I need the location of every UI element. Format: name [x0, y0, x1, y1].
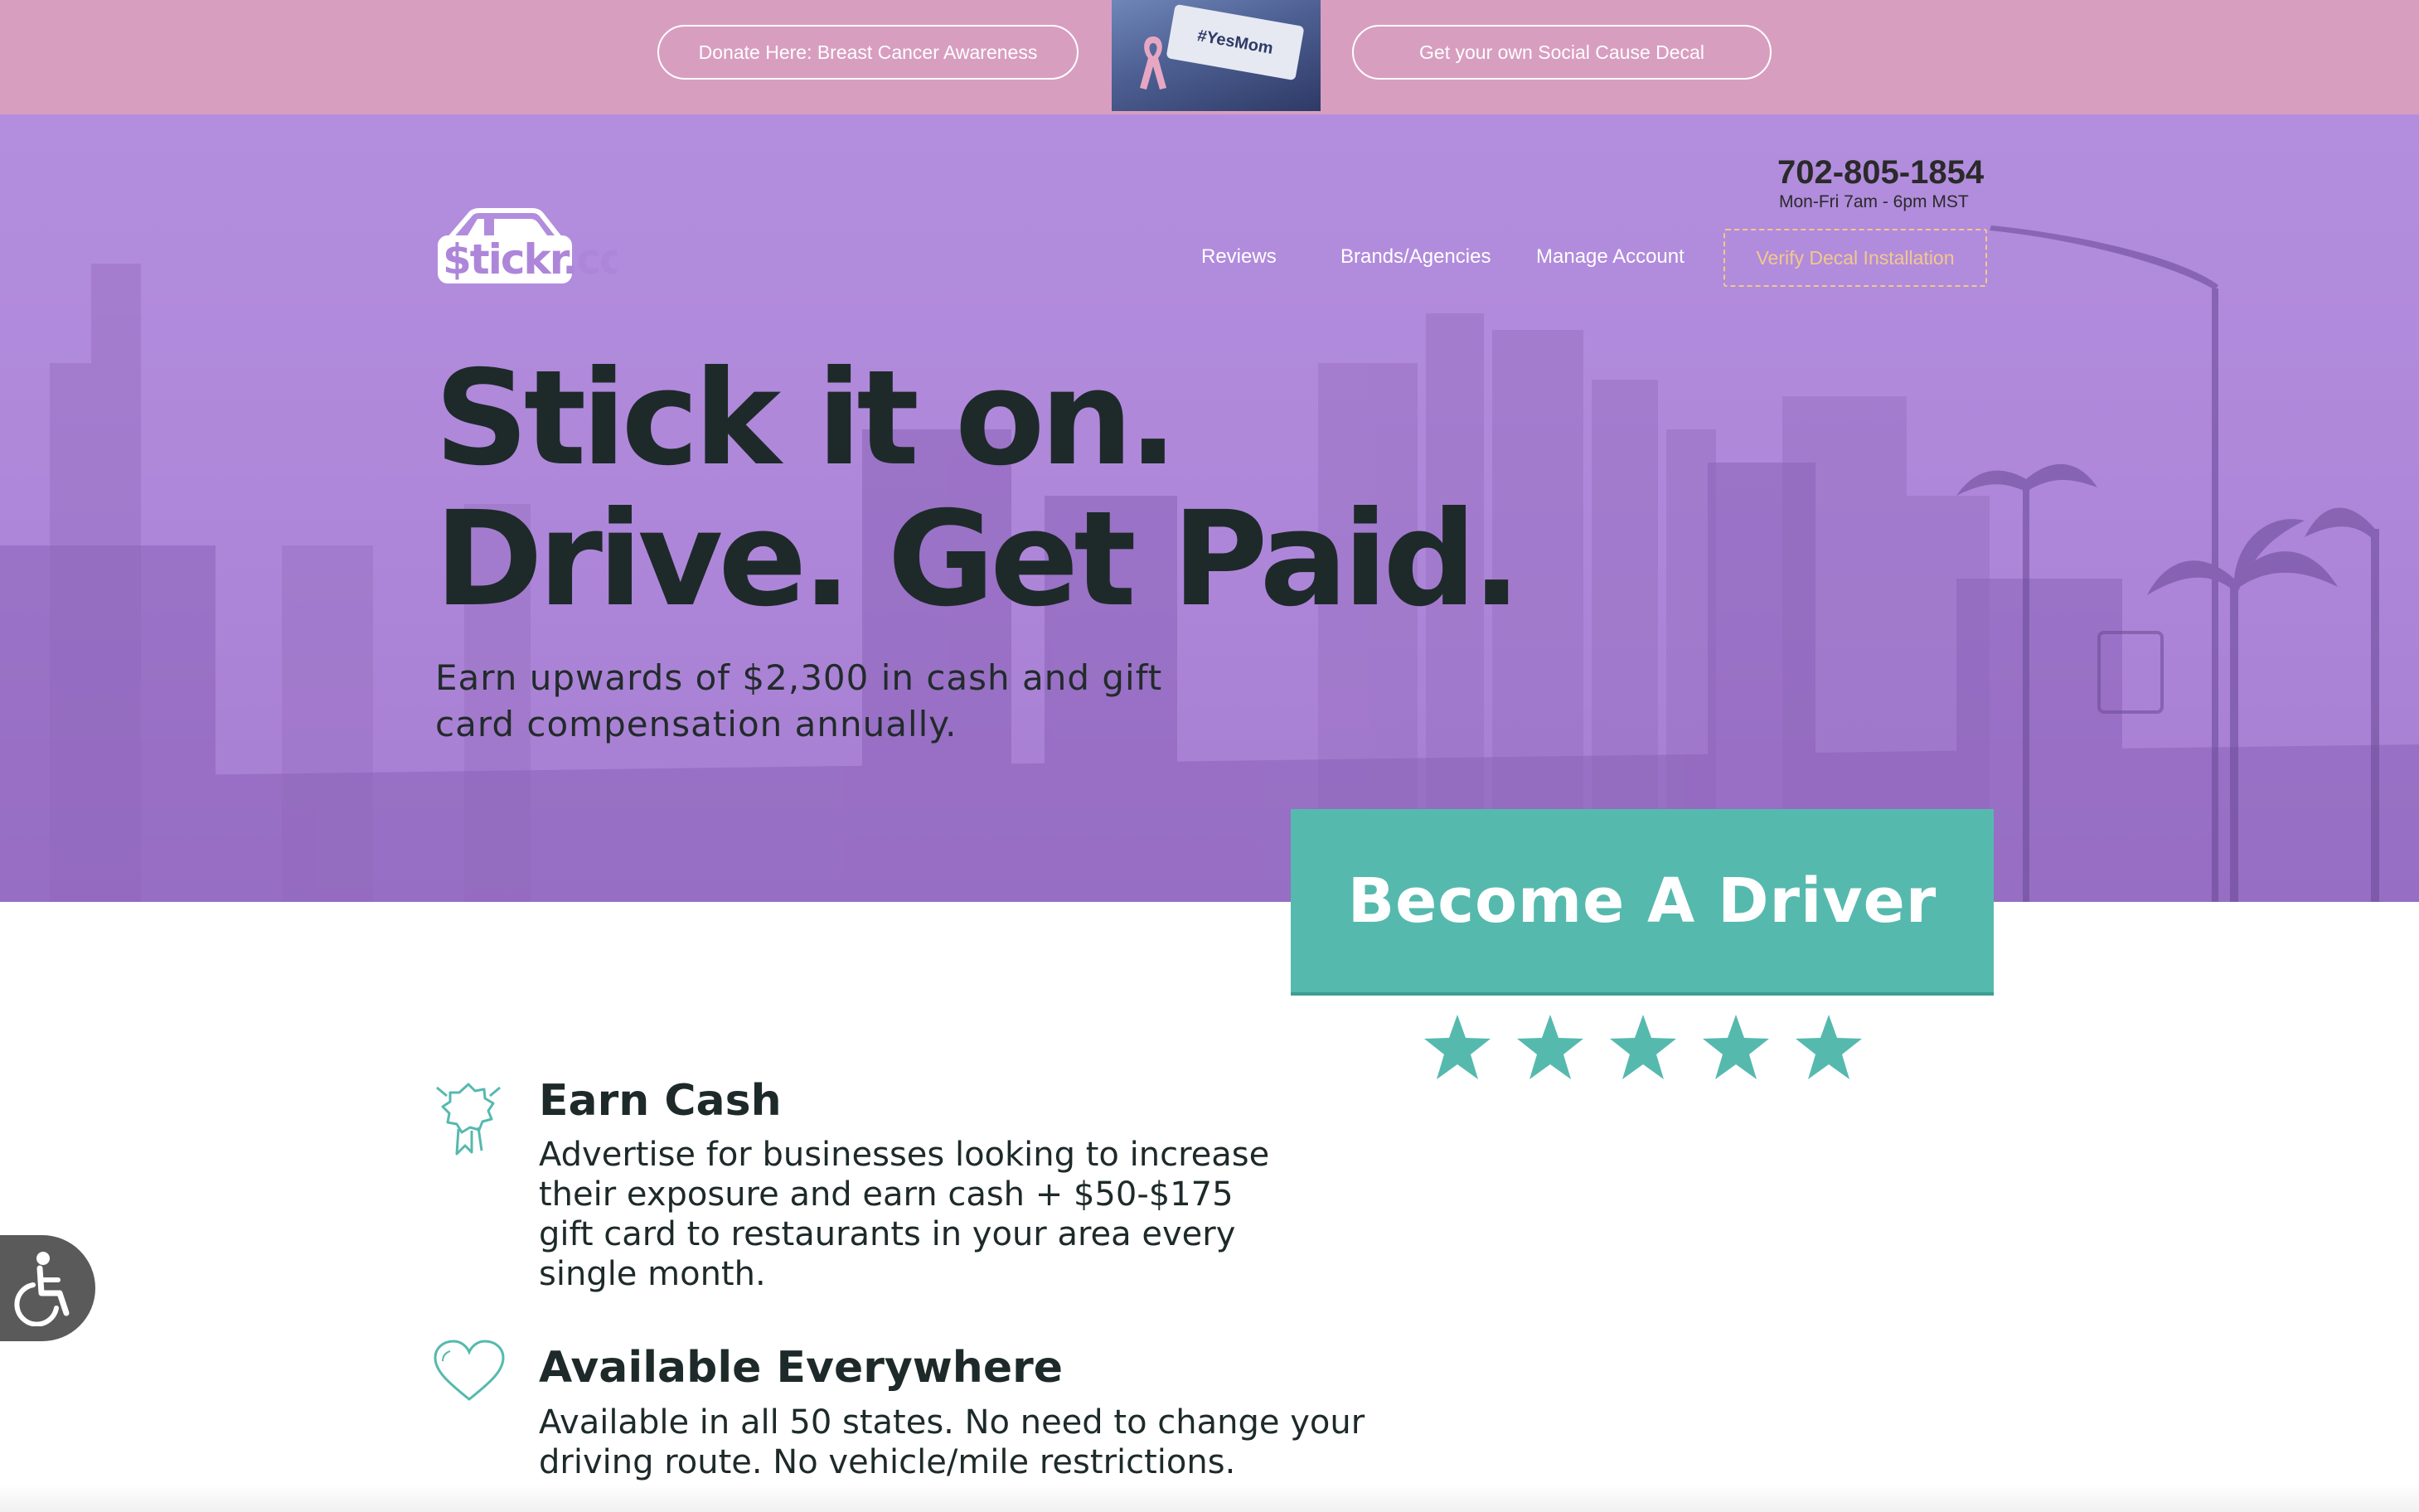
accessibility-widget-button[interactable] [0, 1235, 95, 1341]
donate-breast-cancer-button[interactable]: Donate Here: Breast Cancer Awareness [657, 25, 1079, 80]
headline-line-2: Drive. Get Paid. [434, 483, 1521, 636]
feature-title-available-everywhere: Available Everywhere [539, 1343, 1063, 1393]
verify-decal-installation-button[interactable]: Verify Decal Installation [1723, 229, 1987, 287]
business-hours: Mon-Fri 7am - 6pm MST [1779, 192, 1969, 211]
become-a-driver-button[interactable]: Become A Driver [1291, 809, 1994, 996]
nav-manage-account[interactable]: Manage Account [1536, 245, 1685, 269]
star-icon [1517, 1015, 1583, 1079]
star-icon [1703, 1015, 1769, 1079]
hero-headline: Stick it on. Drive. Get Paid. [434, 342, 1521, 636]
page-bottom-edge [0, 1484, 2419, 1512]
nav-brands-agencies[interactable]: Brands/Agencies [1340, 245, 1491, 269]
stickr-logo[interactable]: $tickr.co [434, 206, 617, 285]
pink-ribbon-icon [1140, 36, 1166, 90]
nav-reviews[interactable]: Reviews [1201, 245, 1277, 269]
star-icon [1610, 1015, 1676, 1079]
phone-number[interactable]: 702-805-1854 [1777, 154, 1984, 191]
feature-title-earn-cash: Earn Cash [539, 1076, 782, 1126]
heart-icon [434, 1340, 505, 1401]
feature-desc-available-everywhere: Available in all 50 states. No need to c… [539, 1403, 1365, 1481]
wheelchair-accessibility-icon [14, 1252, 70, 1326]
feature-desc-earn-cash: Advertise for businesses looking to incr… [539, 1136, 1270, 1293]
thumbnail-sticker-text: #YesMom [1166, 3, 1305, 81]
headline-line-1: Stick it on. [434, 342, 1178, 495]
five-star-rating [1424, 1015, 1862, 1079]
star-icon [1796, 1015, 1862, 1079]
award-ribbon-icon [436, 1083, 501, 1156]
get-social-cause-decal-button[interactable]: Get your own Social Cause Decal [1352, 25, 1772, 80]
social-cause-decal-thumbnail[interactable]: #YesMom [1112, 0, 1321, 111]
top-banner: Donate Here: Breast Cancer Awareness #Ye… [0, 0, 2419, 114]
star-icon [1424, 1015, 1491, 1079]
hero-section: $tickr.co 702-805-1854 Mon-Fri 7am - 6pm… [0, 114, 2419, 902]
logo-wordmark: $tickr.co [443, 235, 617, 284]
hero-subtext: Earn upwards of $2,300 in cash and gift … [435, 657, 1163, 744]
